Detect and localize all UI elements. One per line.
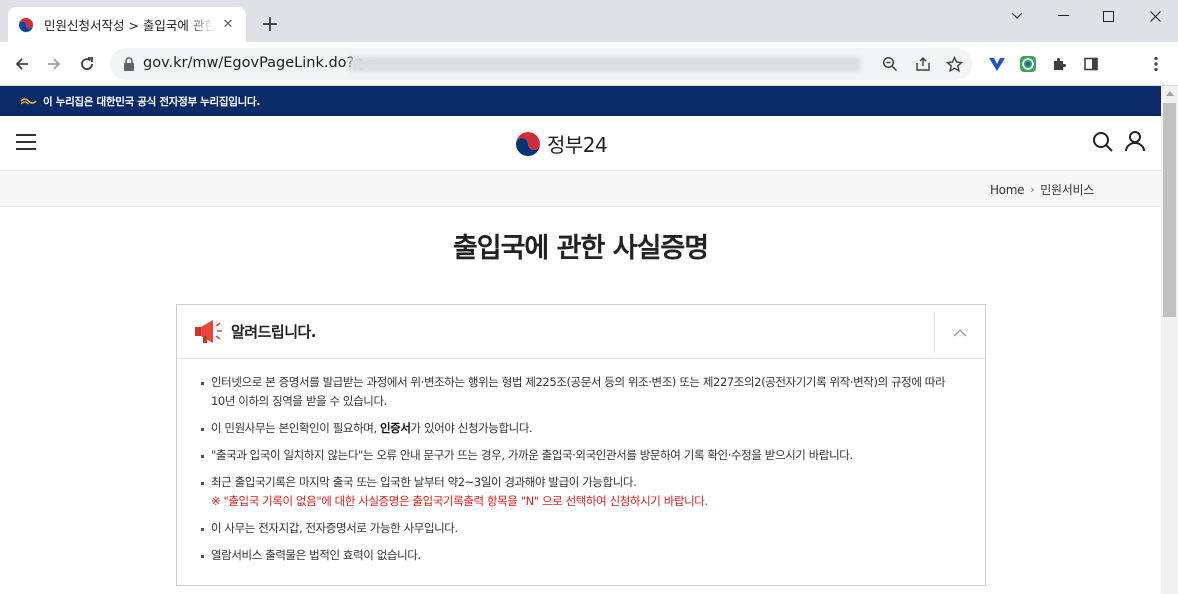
zoom-icon[interactable]	[880, 54, 900, 74]
certificate-emphasis: 인증서	[379, 421, 411, 435]
notice-title: 알려드립니다.	[231, 323, 317, 341]
notice-item: "출국과 입국이 일치하지 않는다"는 오류 안내 문구가 뜨는 경우, 가까운…	[201, 446, 961, 465]
page-scrollbar[interactable]	[1161, 86, 1178, 594]
browser-toolbar: gov.kr/mw/EgovPageLink.do?q=	[0, 42, 1178, 86]
search-icon[interactable]	[1092, 131, 1114, 153]
notice-item: 인터넷으로 본 증명서를 발급받는 과정에서 위·변조하는 행위는 형법 제22…	[201, 373, 961, 411]
lock-icon[interactable]	[122, 56, 136, 72]
breadcrumb-separator: ›	[1030, 183, 1035, 196]
logo-text: 정부24	[547, 133, 608, 157]
taegeuk-logo-icon	[516, 131, 540, 156]
forward-arrow-icon[interactable]	[40, 50, 68, 78]
maximize-icon[interactable]	[1085, 0, 1131, 32]
back-arrow-icon[interactable]	[8, 50, 36, 78]
url-blurred-query	[350, 57, 860, 72]
notice-header[interactable]: 알려드립니다.	[177, 305, 985, 359]
notice-list: 인터넷으로 본 증명서를 발급받는 과정에서 위·변조하는 행위는 형법 제22…	[177, 359, 985, 565]
breadcrumb-home[interactable]: Home	[990, 183, 1025, 197]
notice-item: 열람서비스 출력물은 법적인 효력이 없습니다.	[201, 546, 961, 565]
breadcrumb: Home › 민원서비스	[0, 172, 1161, 207]
user-icon[interactable]	[1124, 130, 1146, 152]
plus-icon[interactable]: +	[258, 13, 282, 37]
star-icon[interactable]	[944, 54, 964, 74]
browser-tab-active[interactable]: 민원신청서작성 > 출입국에 관한 사실증명 ✕	[8, 7, 246, 42]
site-header: 정부24	[0, 116, 1161, 171]
scroll-thumb[interactable]	[1163, 103, 1176, 317]
extension-badge-icon[interactable]	[1018, 54, 1038, 74]
extension-icon[interactable]	[1049, 54, 1069, 74]
notice-item: 최근 출입국기록은 마지막 출국 또는 입국한 날부터 약2~3일이 경과해야 …	[201, 473, 961, 511]
minimize-icon[interactable]	[1040, 0, 1086, 32]
chevron-up-icon[interactable]	[934, 313, 985, 353]
gov-mark-icon	[20, 98, 37, 105]
url-text: gov.kr/mw/EgovPageLink.do?q=	[143, 55, 376, 71]
scroll-up-arrow[interactable]	[1166, 91, 1174, 96]
vpn-extension-icon[interactable]	[987, 54, 1007, 74]
megaphone-icon	[195, 320, 222, 343]
kebab-menu-icon[interactable]	[1146, 54, 1166, 74]
close-icon[interactable]: ✕	[220, 17, 236, 33]
tab-title: 민원신청서작성 > 출입국에 관한 사실증명	[44, 18, 214, 33]
taegeuk-favicon-icon	[18, 16, 34, 33]
page-title: 출입국에 관한 사실증명	[452, 233, 709, 264]
share-icon[interactable]	[913, 54, 933, 74]
sidepanel-icon[interactable]	[1081, 54, 1101, 74]
chevron-down-icon[interactable]	[994, 0, 1040, 32]
banner-text: 이 누리집은 대한민국 공식 전자정부 누리집입니다.	[43, 95, 261, 108]
warning-text: ※ "출입국 기록이 없음"에 대한 사실증명은 출입국기록출력 항목을 "N"…	[211, 494, 708, 508]
breadcrumb-current[interactable]: 민원서비스	[1040, 181, 1094, 198]
notice-item: 이 사무는 전자지갑, 전자증명서로 가능한 사무입니다.	[201, 519, 961, 538]
reload-icon[interactable]	[73, 50, 101, 78]
site-logo[interactable]: 정부24	[515, 129, 608, 158]
page-viewport: 이 누리집은 대한민국 공식 전자정부 누리집입니다. 정부24 Home › …	[0, 86, 1161, 594]
address-bar[interactable]: gov.kr/mw/EgovPageLink.do?q=	[110, 48, 972, 80]
window-close-icon[interactable]	[1132, 0, 1178, 32]
notice-box: 알려드립니다. 인터넷으로 본 증명서를 발급받는 과정에서 위·변조하는 행위…	[176, 304, 986, 586]
tab-strip: 민원신청서작성 > 출입국에 관한 사실증명 ✕ +	[0, 0, 1178, 42]
hamburger-icon[interactable]	[16, 134, 36, 150]
official-site-banner: 이 누리집은 대한민국 공식 전자정부 누리집입니다.	[0, 86, 1161, 116]
notice-item: 이 민원사무는 본인확인이 필요하며, 인증서가 있어야 신청가능합니다.	[201, 419, 961, 438]
